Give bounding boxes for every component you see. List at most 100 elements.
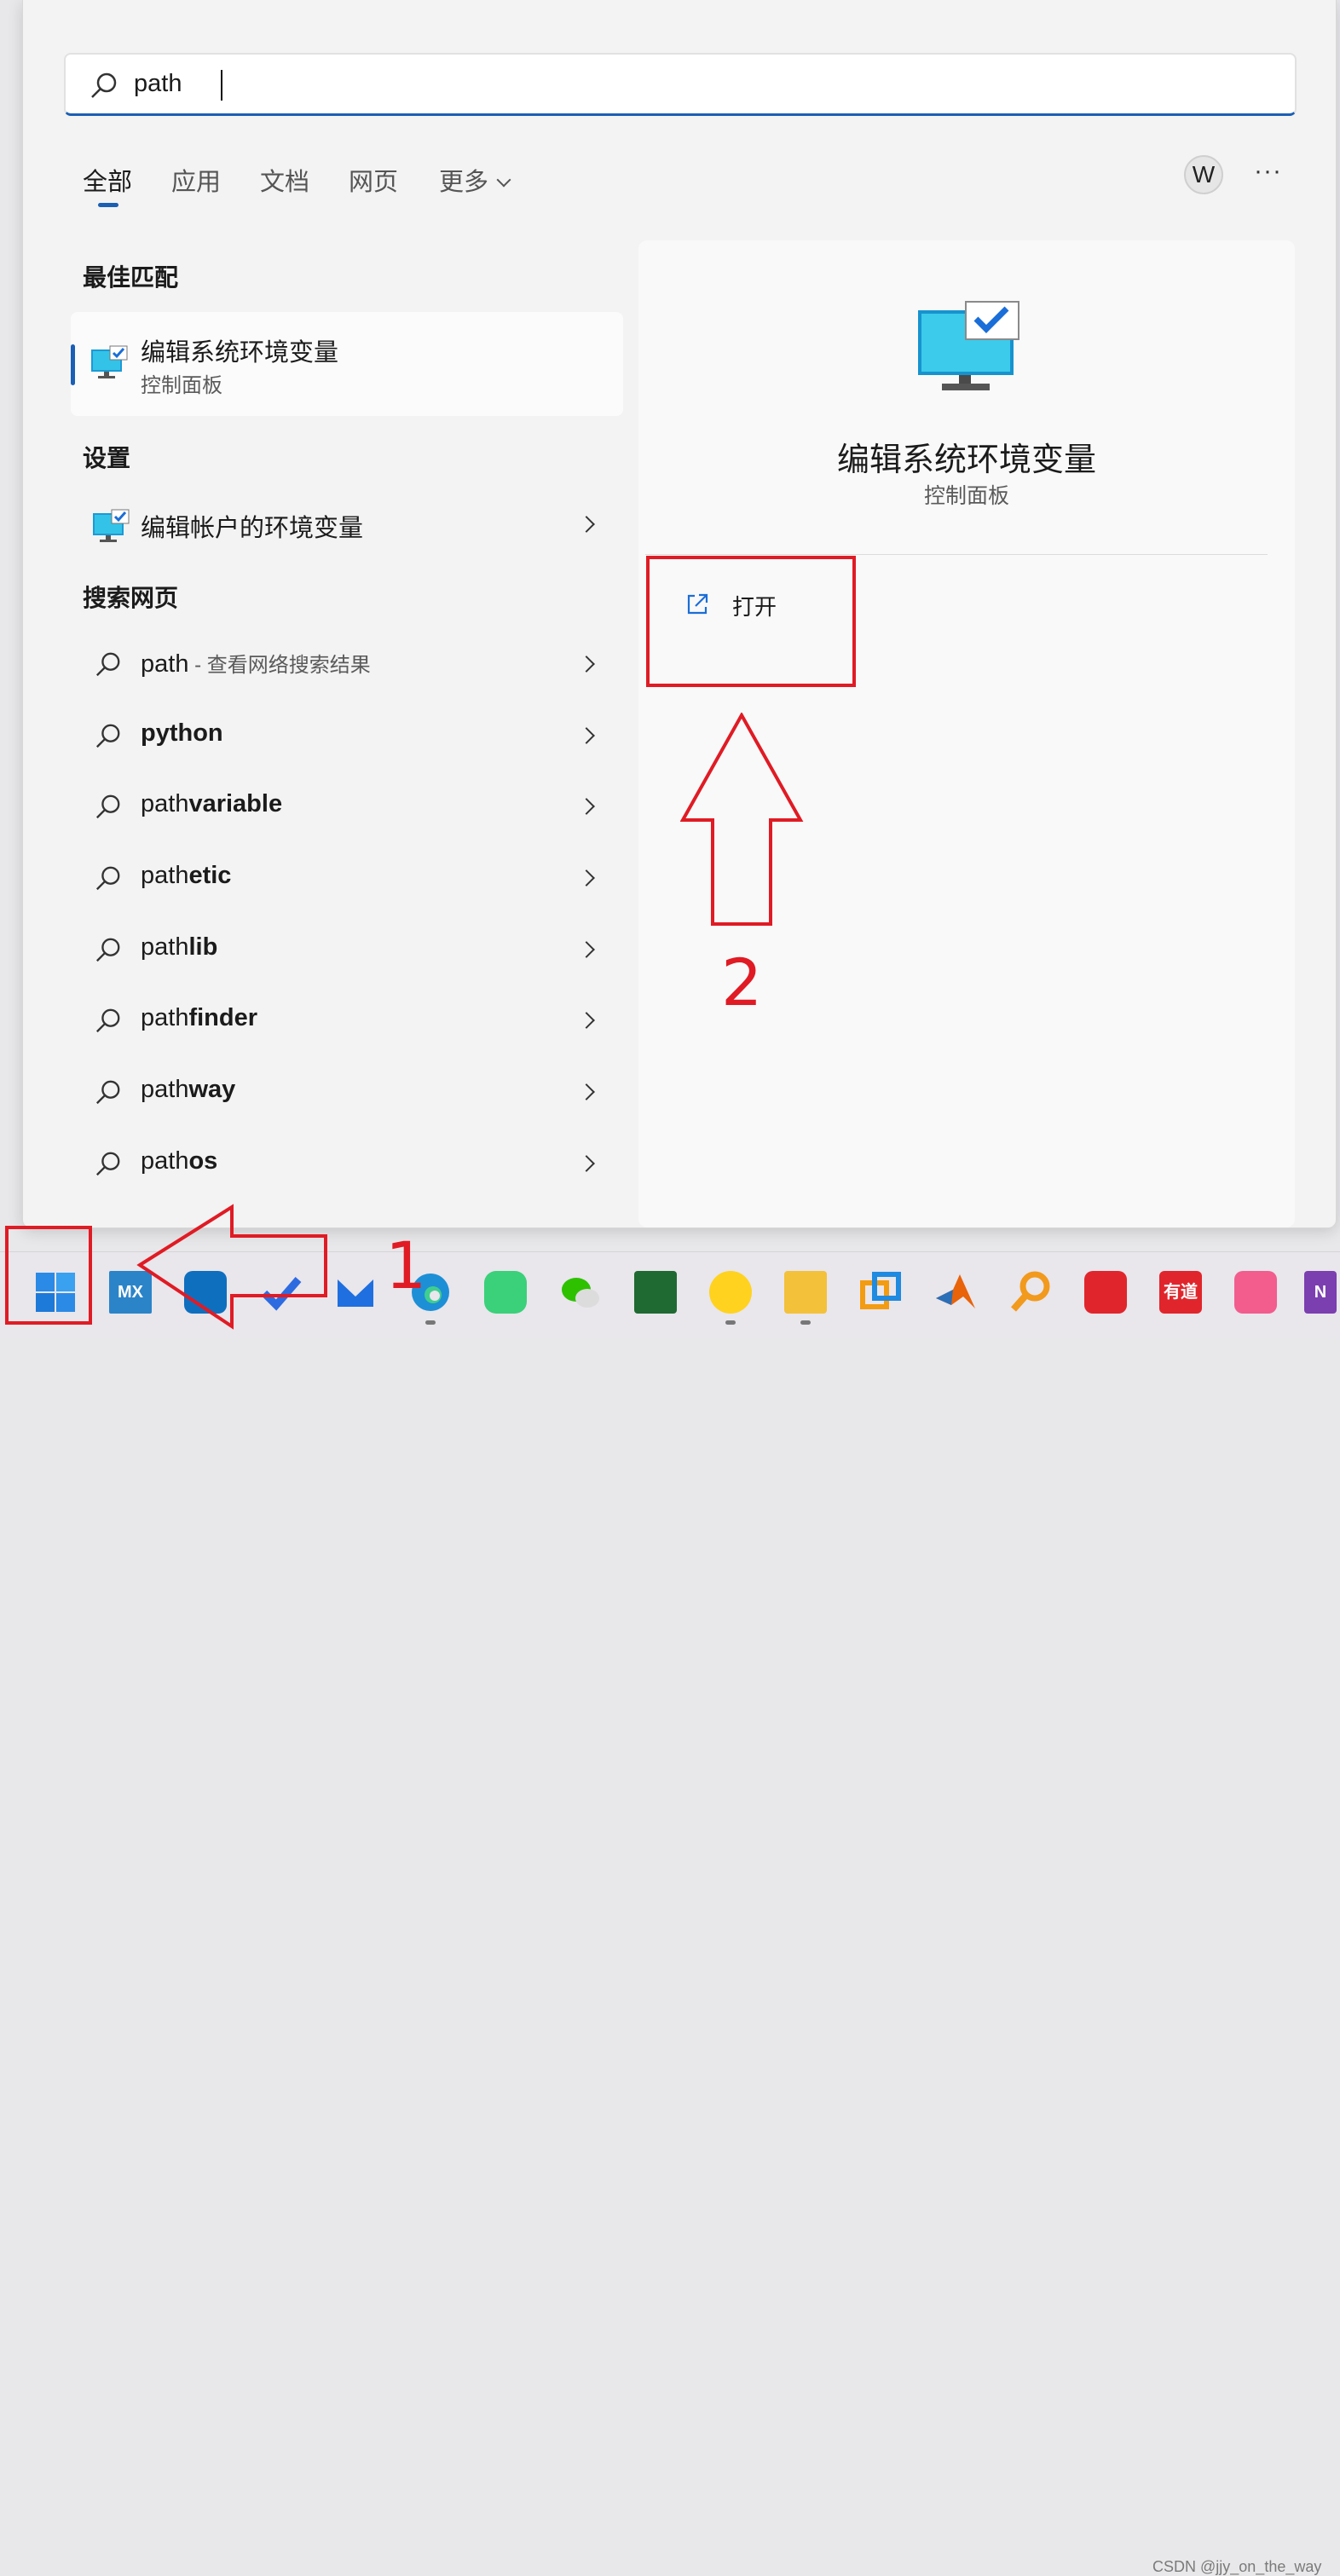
best-match-result[interactable]: 编辑系统环境变量 控制面板 [71,312,623,416]
vmware-icon [860,1272,901,1309]
detail-title: 编辑系统环境变量 [836,442,1096,478]
suggestion-prefix: path [141,933,189,961]
search-icon [95,938,120,962]
best-match-title: 编辑系统环境变量 [141,339,339,367]
annotation-arrow-up [680,713,804,926]
matlab-icon [936,1274,975,1308]
taskbar-app-bilibili[interactable] [1234,1271,1277,1314]
annotation-step-1: 1 [385,1227,427,1303]
web-result-path[interactable]: path - 查看网络搜索结果 [91,639,603,690]
search-icon [95,724,120,748]
chevron-down-icon [496,172,511,188]
text-caret [221,70,222,101]
chevron-right-icon [578,941,595,958]
web-suggestion[interactable]: pathway [91,1067,603,1118]
suggestion-prefix: path [141,790,189,817]
running-indicator [800,1320,811,1325]
web-result-label: path - 查看网络搜索结果 [141,648,371,679]
search-icon [91,72,117,98]
suggestion-completion: lib [188,933,218,961]
settings-result[interactable]: 编辑帐户的环境变量 [91,500,603,551]
suggestion-label: python [141,719,223,748]
suggestion-label: pathos [141,1147,217,1175]
suggestion-label: pathetic [141,862,231,890]
section-search-web: 搜索网页 [83,585,179,611]
tab-web[interactable]: 网页 [349,162,398,198]
chevron-right-icon [578,1012,595,1029]
taskbar-app-vim[interactable] [634,1271,677,1314]
suggestion-completion: way [188,1076,236,1103]
suggestion-prefix: path [141,1076,189,1103]
search-icon [95,1080,120,1105]
wechat-icon [562,1278,599,1308]
settings-result-label: 编辑帐户的环境变量 [141,515,364,542]
magnifier-icon [1011,1271,1050,1312]
search-box[interactable]: path [64,53,1297,116]
youdao-icon: 有道 [1164,1283,1198,1302]
taskbar-app-youdao[interactable]: 有道 [1159,1271,1202,1314]
more-options-button[interactable]: ··· [1254,157,1282,186]
annotation-step-2: 2 [721,944,763,1020]
web-suggestion[interactable]: pathfinder [91,996,603,1047]
web-suggestion[interactable]: pathetic [91,853,603,904]
search-icon [95,1008,120,1033]
web-suggestion[interactable]: pathvariable [91,782,603,833]
chevron-right-icon [578,1083,595,1100]
chevron-right-icon [578,798,595,815]
web-suggestion[interactable]: pathos [91,1139,603,1190]
suggestion-completion: python [141,719,223,747]
taskbar-app-mail[interactable] [334,1271,377,1314]
control-panel-icon [918,301,1019,390]
selection-indicator [71,344,75,385]
best-match-subtitle: 控制面板 [141,374,222,397]
divider [645,554,1268,555]
taskbar-app-vmware[interactable] [859,1271,902,1314]
search-icon [95,794,120,819]
control-panel-icon [91,345,128,378]
suggestion-completion: etic [188,862,232,889]
account-avatar[interactable]: W [1184,155,1223,194]
chevron-right-icon [578,1155,595,1172]
suggestion-completion: variable [188,790,283,817]
chevron-right-icon [578,656,595,673]
taskbar-app-matlab[interactable] [934,1271,977,1314]
suggestion-label: pathway [141,1076,235,1104]
web-suggestion[interactable]: python [91,711,603,762]
taskbar-app-netease[interactable] [1084,1271,1127,1314]
tab-all[interactable]: 全部 [83,162,132,198]
query-text: path [141,650,189,678]
active-tab-indicator [98,203,118,207]
suggestion-label: pathvariable [141,790,282,818]
suggestion-prefix: path [141,862,189,889]
suggestion-completion: finder [188,1004,258,1031]
annotation-arrow-left [136,1204,327,1330]
tab-apps[interactable]: 应用 [171,162,221,198]
tab-more[interactable]: 更多 [439,162,511,198]
taskbar-app-explorer[interactable] [784,1271,827,1314]
search-input[interactable]: path [134,70,182,98]
suggestion-completion: os [188,1147,218,1175]
taskbar-app-onenote[interactable]: N [1304,1271,1337,1314]
watermark: CSDN @jjy_on_the_way [1152,2558,1322,2575]
chevron-right-icon [578,869,595,887]
suggestion-prefix: path [141,1004,189,1031]
control-panel-icon [93,509,130,542]
suggestion-prefix: path [141,1147,189,1175]
taskbar-app-wechat[interactable] [559,1271,602,1314]
detail-subtitle: 控制面板 [923,484,1009,508]
taskbar-app-green[interactable] [484,1271,527,1314]
suggestion-label: pathlib [141,933,217,962]
running-indicator [425,1320,436,1325]
taskbar-app-everything[interactable] [1009,1271,1052,1314]
onenote-icon: N [1314,1283,1327,1302]
web-result-hint: - 查看网络搜索结果 [188,654,371,677]
search-icon [95,866,120,891]
chevron-right-icon [578,727,595,744]
tab-more-label: 更多 [439,169,489,196]
running-indicator [725,1320,736,1325]
web-suggestion[interactable]: pathlib [91,925,603,976]
tab-documents[interactable]: 文档 [260,162,309,198]
taskbar-app-qqmusic[interactable] [709,1271,752,1314]
search-icon [95,1152,120,1176]
annotation-box-open [646,556,856,687]
